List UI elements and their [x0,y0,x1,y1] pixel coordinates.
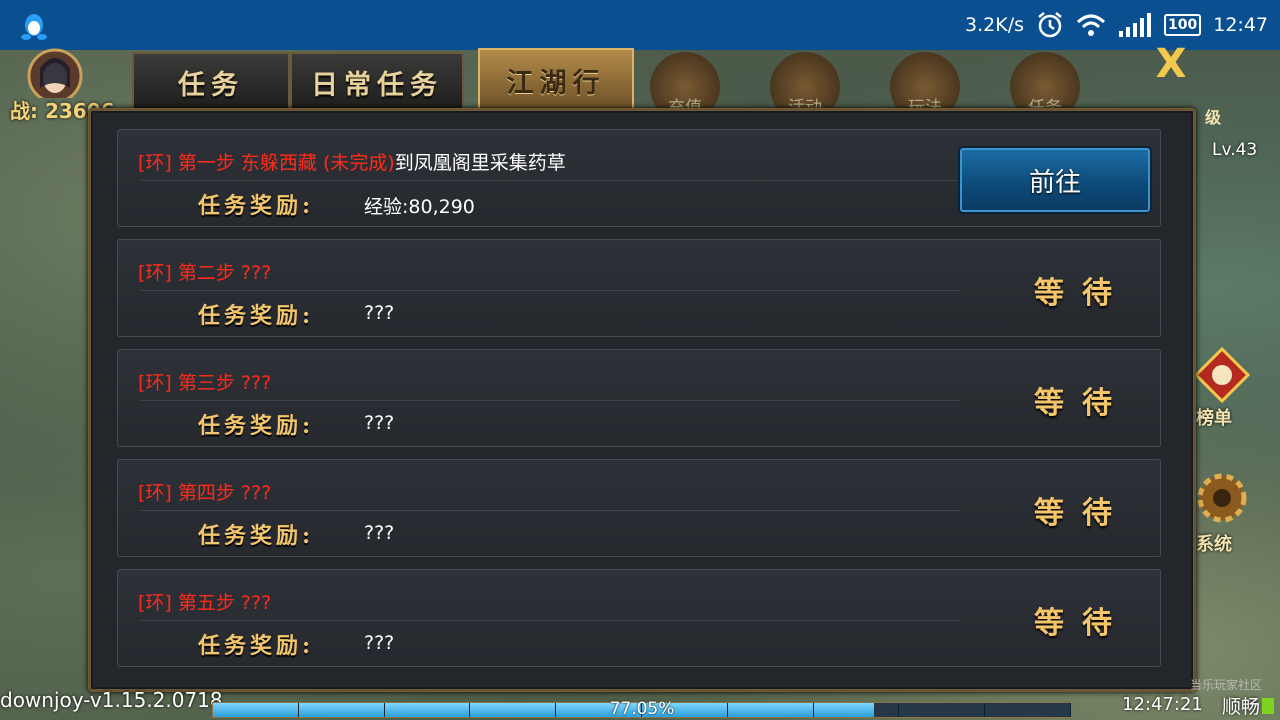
experience-percent: 77.05% [609,699,675,719]
waiting-status: 等待 [1034,386,1130,421]
quest-title: [环] 第三步 ??? [138,372,272,394]
goto-button[interactable]: 前往 [958,146,1152,214]
cell-signal-icon [1119,13,1151,37]
player-avatar[interactable] [10,48,100,104]
system-label: 系统 [1196,534,1232,555]
quest-title: [环] 第四步 ??? [138,482,272,504]
reward-value: ??? [364,412,395,434]
reward-label: 任务奖励: [198,303,315,329]
reward-value: ??? [364,302,395,324]
connection-signal-icon [1262,698,1274,714]
quest-row-step-2: [环] 第二步 ??? 任务奖励: ??? 等待 [117,239,1161,337]
qq-penguin-icon [21,14,47,40]
reward-value: ??? [364,632,395,654]
connection-status: 顺畅 [1222,696,1261,718]
watermark: 当乐玩家社区 [1190,678,1263,692]
quest-panel: [环] 第一步 东躲西藏 (未完成)到凤凰阁里采集药草 任务奖励: 经验:80,… [88,108,1196,692]
row-divider [140,510,960,511]
row-divider [140,400,960,401]
quest-row-step-1: [环] 第一步 东躲西藏 (未完成)到凤凰阁里采集药草 任务奖励: 经验:80,… [117,129,1161,227]
battery-indicator: 100 [1164,14,1202,36]
tab-quests[interactable]: 任务 [132,52,290,110]
quest-title: [环] 第一步 东躲西藏 (未完成)到凤凰阁里采集药草 [138,148,566,175]
row-divider [140,290,960,291]
quest-title: [环] 第二步 ??? [138,262,272,284]
ranking-label: 榜单 [1196,408,1232,429]
reward-label: 任务奖励: [198,193,315,219]
wifi-icon [1076,14,1106,36]
quest-title: [环] 第五步 ??? [138,592,272,614]
ranking-icon[interactable] [1192,345,1252,405]
alarm-icon [1038,12,1062,38]
quest-description: 到凤凰阁里采集药草 [394,152,566,174]
player-level: Lv.43 [1212,140,1258,160]
experience-bar: 77.05% [212,699,1072,719]
network-speed: 3.2K/s [965,14,1024,36]
level-label: 级 [1205,108,1222,127]
quest-row-step-4: [环] 第四步 ??? 任务奖励: ??? 等待 [117,459,1161,557]
waiting-status: 等待 [1034,496,1130,531]
reward-label: 任务奖励: [198,633,315,659]
version-label: downjoy-v1.15.2.0718 [0,688,223,712]
quest-row-step-3: [环] 第三步 ??? 任务奖励: ??? 等待 [117,349,1161,447]
row-divider [140,180,960,181]
reward-label: 任务奖励: [198,523,315,549]
tab-daily-quests[interactable]: 日常任务 [290,52,464,110]
status-bar: 3.2K/s 100 12:47 [0,0,1280,50]
game-clock: 12:47:21 [1122,694,1203,715]
close-icon[interactable]: X [1140,44,1202,92]
waiting-status: 等待 [1034,276,1130,311]
row-divider [140,620,960,621]
quest-step-prefix: [环] 第一步 东躲西藏 (未完成) [138,152,395,174]
reward-value: ??? [364,522,395,544]
settings-gear-icon[interactable] [1192,468,1252,528]
status-time: 12:47 [1213,14,1268,36]
tab-jianghu[interactable]: 江湖行 [478,48,634,110]
quest-row-step-5: [环] 第五步 ??? 任务奖励: ??? 等待 [117,569,1161,667]
reward-value: 经验:80,290 [364,196,475,218]
reward-label: 任务奖励: [198,413,315,439]
waiting-status: 等待 [1034,606,1130,641]
